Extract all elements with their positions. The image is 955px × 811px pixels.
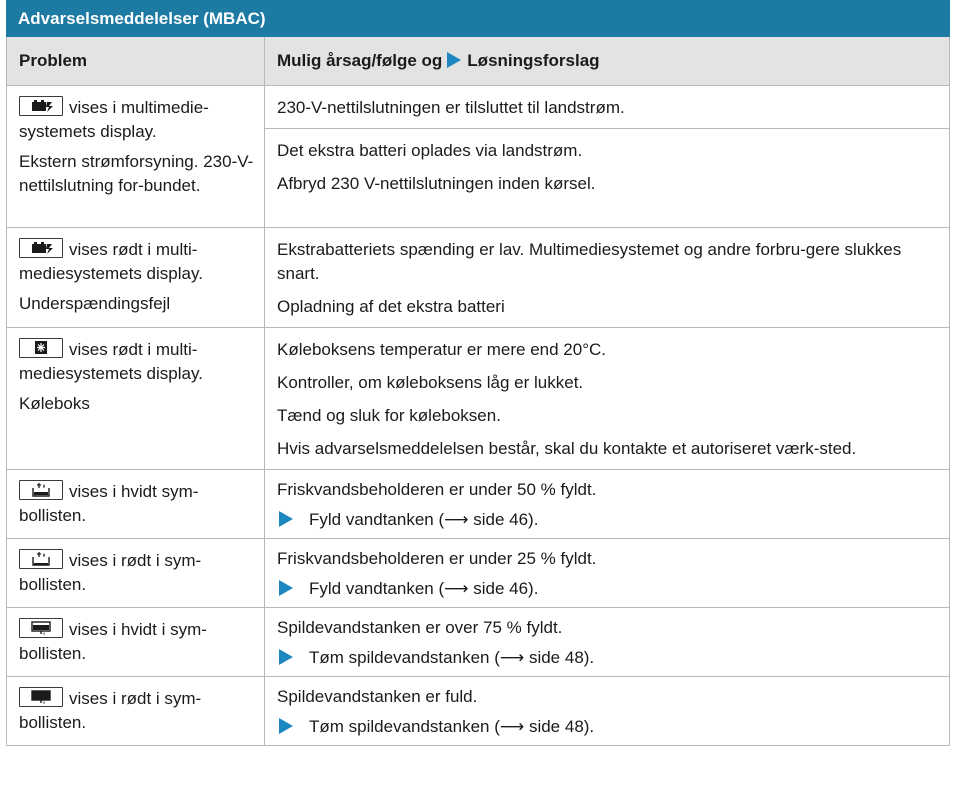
solution-cell: Køleboksens temperatur er mere end 20°C.…: [264, 326, 950, 470]
solution-line: Køleboksens temperatur er mere end 20°C.: [277, 339, 607, 359]
problem-cell: vises rødt i multi-mediesystemets displa…: [6, 226, 265, 328]
solution-cell: Spildevandstanken er fuld. Tøm spildevan…: [264, 675, 950, 746]
problem-cell: vises i hvidt i sym-bollisten.: [6, 606, 265, 677]
column-header-solution-label: Mulig årsag/følge og: [277, 50, 443, 70]
solution-line: Hvis advarselsmeddelelsen består, skal d…: [277, 438, 857, 458]
step-arrow-icon: [279, 717, 293, 734]
table-row: vises i hvidt sym-bollisten. Friskvandsb…: [6, 468, 950, 539]
table-row: vises i multimedie-systemets display. Ek…: [6, 84, 950, 228]
fresh-water-tank-icon: [19, 479, 63, 500]
problem-cell: vises i rødt i sym-bollisten.: [6, 537, 265, 608]
step-arrow-icon: [279, 648, 293, 665]
section-title: Advarselsmeddelelser (MBAC): [6, 0, 950, 37]
table-row: vises i hvidt i sym-bollisten. Spildevan…: [6, 606, 950, 677]
fresh-water-tank-icon: [19, 548, 63, 569]
solution-step: Fyld vandtanken (⟶ side 46).: [309, 509, 539, 529]
column-header-solution-suggestion: Løsningsforslag: [467, 50, 600, 70]
solution-line: Friskvandsbeholderen er under 50 % fyldt…: [277, 479, 597, 499]
column-header-problem: Problem: [6, 37, 265, 86]
problem-description: Køleboks: [19, 393, 90, 413]
solution-line: Det ekstra batteri oplades via landstrøm…: [277, 140, 583, 160]
solution-line: Tænd og sluk for køleboksen.: [277, 405, 501, 425]
table-row: vises i rødt i sym-bollisten. Spildevand…: [6, 675, 950, 746]
problem-cell: vises i hvidt sym-bollisten.: [6, 468, 265, 539]
problem-description: Underspændingsfejl: [19, 293, 171, 313]
solution-cell: Friskvandsbeholderen er under 25 % fyldt…: [264, 537, 950, 608]
battery-plug-icon: [19, 95, 63, 116]
solution-line: Ekstrabatteriets spænding er lav. Multim…: [277, 239, 902, 283]
solution-step: Tøm spildevandstanken (⟶ side 48).: [309, 647, 595, 667]
warning-table: Problem Mulig årsag/følge og Løsningsfors…: [6, 37, 950, 746]
problem-cell: vises rødt i multi-mediesystemets displa…: [6, 326, 265, 470]
waste-water-tank-icon: [19, 617, 63, 638]
solution-step: Tøm spildevandstanken (⟶ side 48).: [309, 716, 595, 736]
solution-line: Spildevandstanken er over 75 % fyldt.: [277, 617, 563, 637]
step-arrow-icon: [447, 51, 462, 68]
solution-line: Friskvandsbeholderen er under 25 % fyldt…: [277, 548, 597, 568]
step-arrow-icon: [279, 579, 293, 596]
column-header-solution: Mulig årsag/følge og Løsningsforslag: [264, 37, 950, 86]
cooler-box-icon: [19, 337, 63, 358]
solution-line: 230-V-nettilslutningen er tilsluttet til…: [277, 97, 625, 117]
solution-line: Kontroller, om køleboksens låg er lukket…: [277, 372, 584, 392]
solution-line: Afbryd 230 V-nettilslutningen inden kørs…: [277, 173, 596, 193]
problem-cell: vises i multimedie-systemets display. Ek…: [6, 84, 265, 228]
battery-plug-icon: [19, 237, 63, 258]
solution-cell: 230-V-nettilslutningen er tilsluttet til…: [264, 84, 950, 129]
step-arrow-icon: [279, 510, 293, 527]
problem-cell: vises i rødt i sym-bollisten.: [6, 675, 265, 746]
table-row: vises rødt i multi-mediesystemets displa…: [6, 226, 950, 328]
waste-water-tank-icon: [19, 686, 63, 707]
table-row: vises i rødt i sym-bollisten. Friskvands…: [6, 537, 950, 608]
solution-cell: Friskvandsbeholderen er under 50 % fyldt…: [264, 468, 950, 539]
solution-cell: Det ekstra batteri oplades via landstrøm…: [264, 127, 950, 228]
solution-line: Opladning af det ekstra batteri: [277, 296, 505, 316]
solution-step: Fyld vandtanken (⟶ side 46).: [309, 578, 539, 598]
table-row: vises rødt i multi-mediesystemets displa…: [6, 326, 950, 470]
solution-cell: Spildevandstanken er over 75 % fyldt. Tø…: [264, 606, 950, 677]
solution-cell: Ekstrabatteriets spænding er lav. Multim…: [264, 226, 950, 328]
problem-description: Ekstern strømforsyning. 230-V-nettilslut…: [19, 151, 254, 195]
warning-messages-section: Advarselsmeddelelser (MBAC) Problem Muli…: [6, 0, 950, 811]
table-header-row: Problem Mulig årsag/følge og Løsningsfors…: [6, 37, 950, 86]
solution-line: Spildevandstanken er fuld.: [277, 686, 478, 706]
